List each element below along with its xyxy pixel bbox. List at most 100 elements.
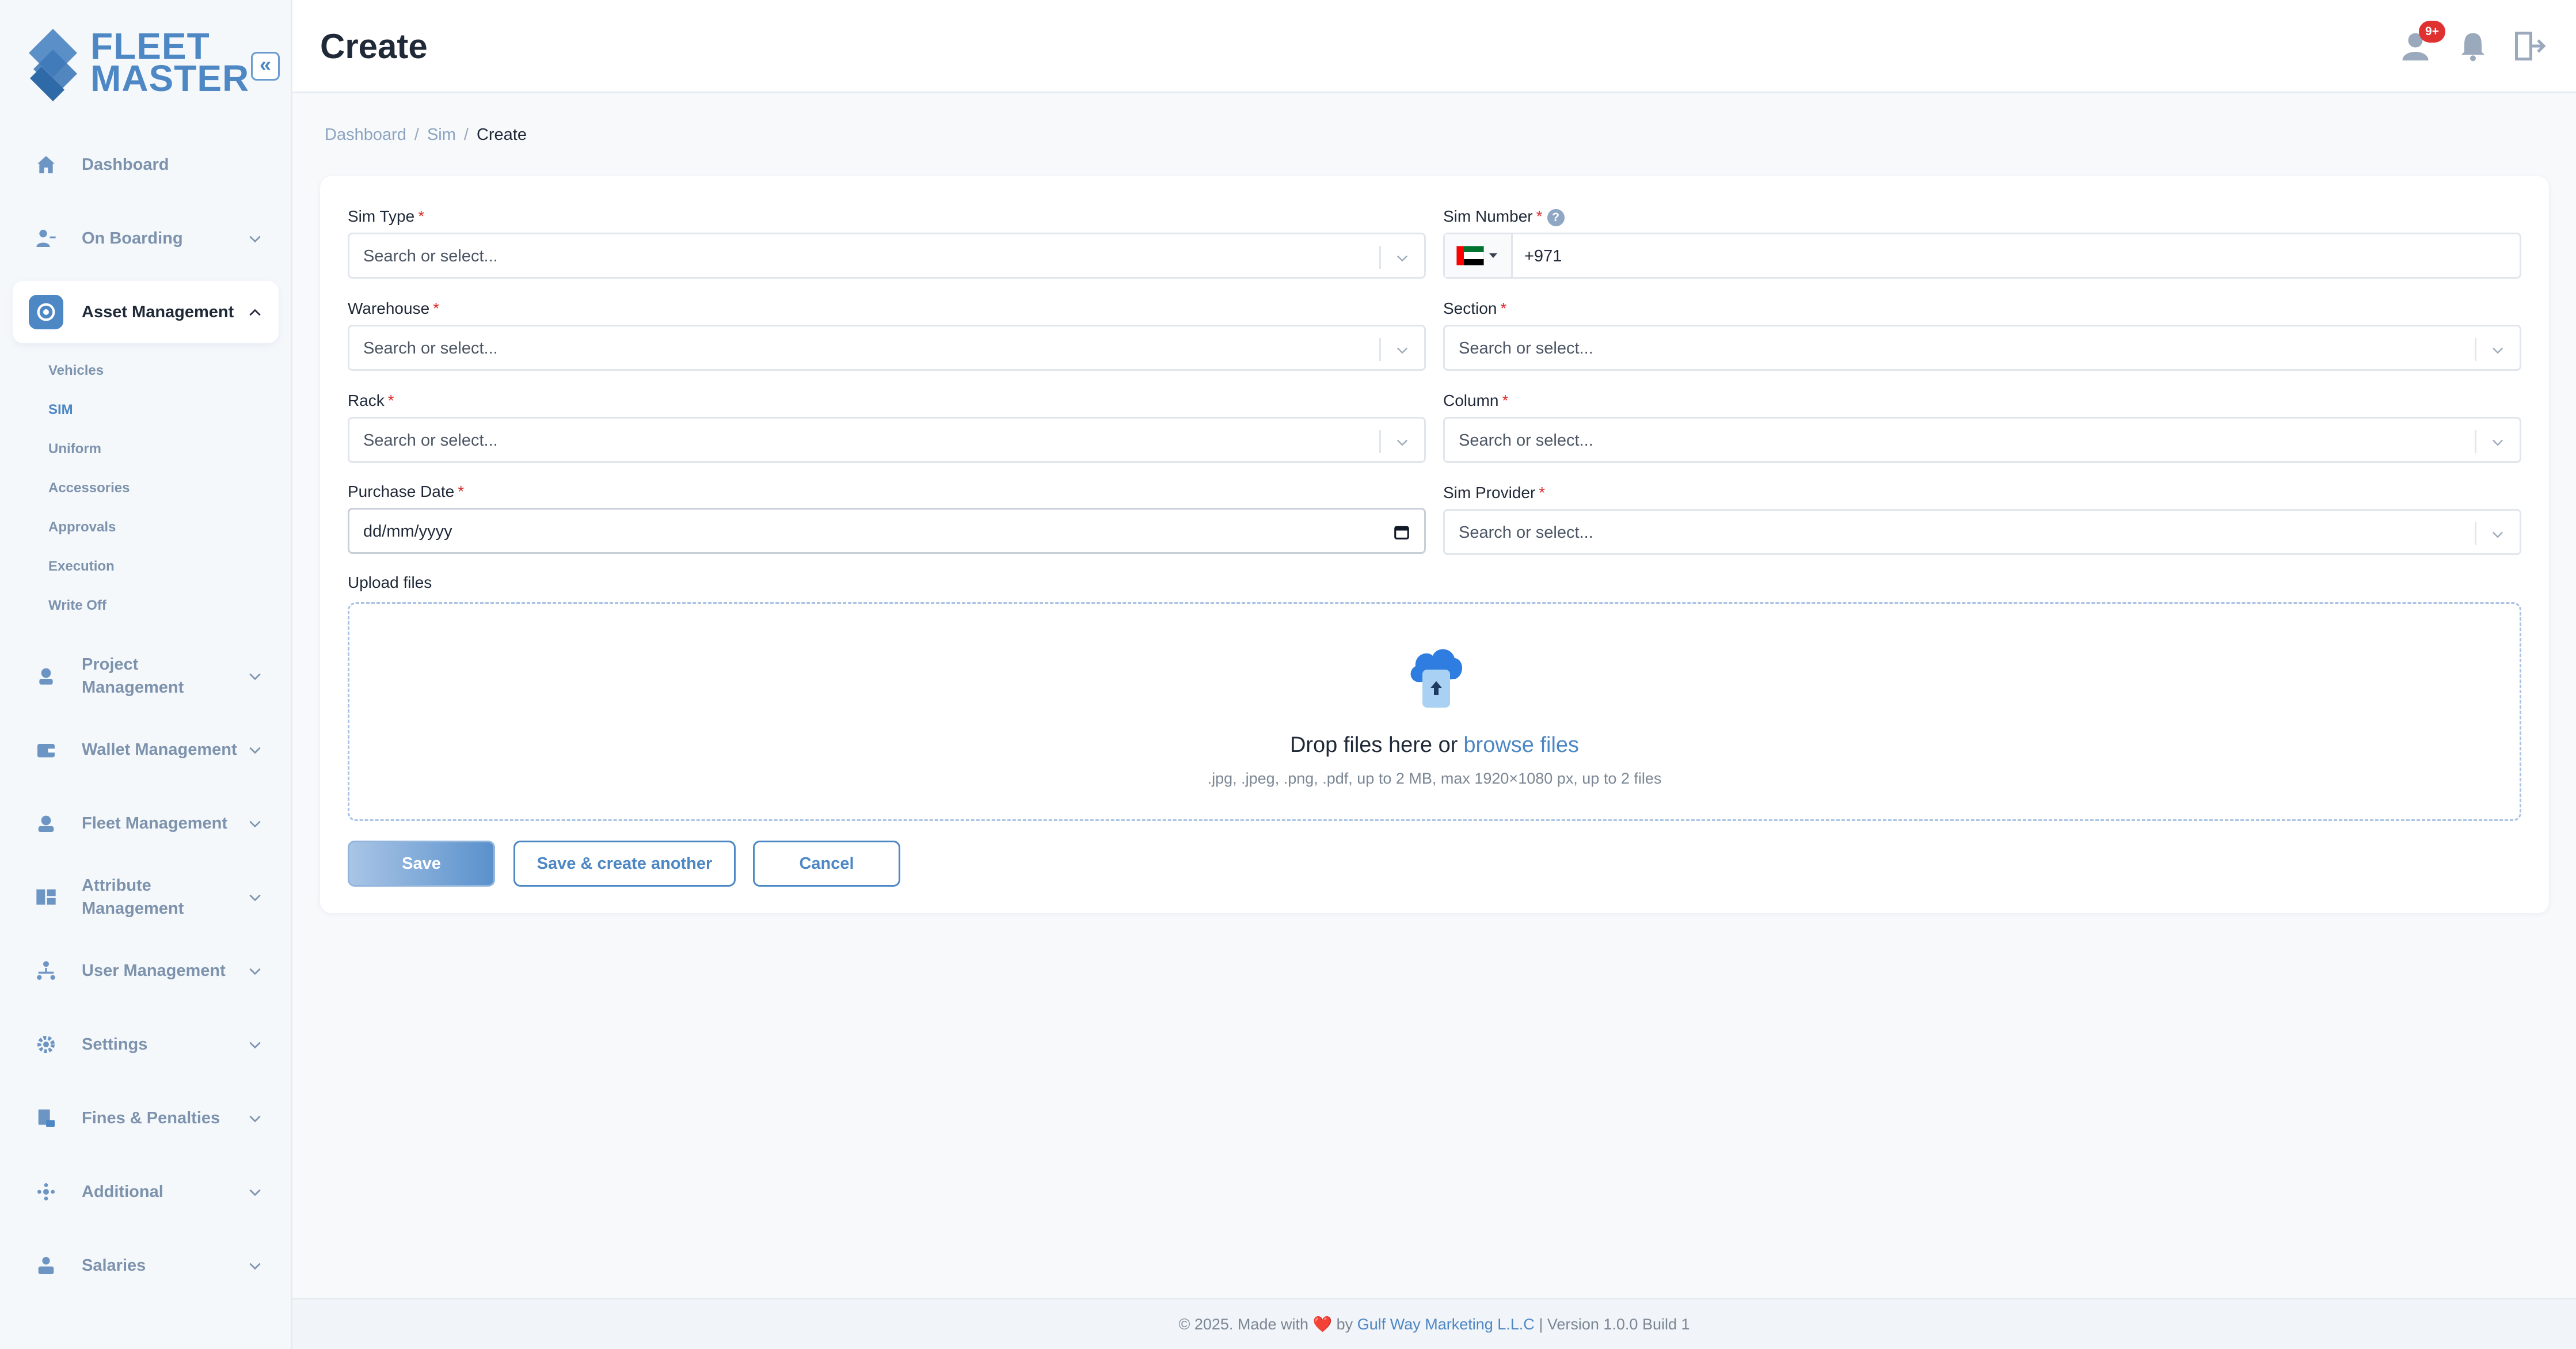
chevron-down-icon — [249, 235, 261, 243]
sidebar-item-label: User Management — [82, 962, 226, 980]
footer: © 2025. Made with ❤️ by Gulf Way Marketi… — [292, 1298, 2576, 1349]
project-icon — [29, 659, 63, 693]
sim-number-input[interactable]: +971 — [1443, 233, 2521, 279]
select-placeholder: Search or select... — [363, 247, 498, 265]
submenu-item-approvals[interactable]: Approvals — [48, 508, 279, 547]
select-divider — [1379, 246, 1381, 269]
sim-type-label: Sim Type — [348, 207, 415, 225]
chevron-down-icon — [2493, 347, 2503, 354]
purchase-date-input[interactable]: dd/mm/yyyy — [348, 508, 1426, 554]
section-select[interactable]: Search or select... — [1443, 325, 2521, 371]
logo-mark-icon — [29, 29, 77, 101]
salaries-icon — [29, 1248, 63, 1283]
sim-type-select[interactable]: Search or select... — [348, 233, 1426, 279]
column-label: Column — [1443, 392, 1499, 409]
sidebar-item-label: On Boarding — [82, 229, 183, 248]
section-label: Section — [1443, 299, 1497, 317]
upload-hint: .jpg, .jpeg, .png, .pdf, up to 2 MB, max… — [1207, 770, 1662, 787]
sim-create-form: Sim Type * Search or select... Sim Number… — [320, 176, 2549, 913]
footer-prefix: © 2025. Made with — [1178, 1316, 1308, 1333]
select-divider — [1379, 338, 1381, 361]
sidebar-item-label: Settings — [82, 1035, 148, 1054]
sidebar-item-project-management[interactable]: Project Management — [13, 645, 279, 707]
sidebar-item-additional[interactable]: Additional — [13, 1161, 279, 1223]
submenu-item-accessories[interactable]: Accessories — [48, 469, 279, 508]
asset-icon — [29, 295, 63, 329]
company-link[interactable]: Gulf Way Marketing L.L.C — [1357, 1316, 1535, 1333]
chevron-down-icon — [249, 747, 261, 754]
select-placeholder: Search or select... — [363, 431, 498, 450]
sidebar-item-asset-management[interactable]: Asset Management — [13, 281, 279, 343]
drop-text: Drop files here or — [1289, 733, 1458, 757]
breadcrumb-sim[interactable]: Sim — [427, 126, 456, 144]
required-mark: * — [418, 207, 425, 225]
uae-flag-icon — [1456, 246, 1484, 265]
sim-provider-label: Sim Provider — [1443, 484, 1536, 501]
users-icon — [29, 953, 63, 988]
sidebar-item-dashboard[interactable]: Dashboard — [13, 134, 279, 196]
sidebar-item-label: Wallet Management — [82, 740, 237, 759]
chevron-down-icon — [1397, 255, 1407, 262]
required-mark: * — [387, 392, 394, 409]
wallet-icon — [29, 732, 63, 767]
submenu-item-vehicles[interactable]: Vehicles — [48, 351, 279, 390]
bell-icon[interactable] — [2456, 29, 2490, 63]
country-code-dropdown[interactable] — [1445, 234, 1513, 277]
sim-provider-select[interactable]: Search or select... — [1443, 509, 2521, 555]
select-divider — [2475, 522, 2476, 545]
caret-down-icon — [1489, 253, 1497, 258]
footer-version: | Version 1.0.0 Build 1 — [1539, 1316, 1690, 1333]
required-mark: * — [458, 482, 465, 500]
chevron-down-icon — [249, 894, 261, 902]
sidebar-item-label: Project Management — [82, 655, 184, 697]
save-button[interactable]: Save — [348, 841, 495, 887]
purchase-date-label: Purchase Date — [348, 482, 455, 500]
sidebar-item-attribute-management[interactable]: Attribute Management — [13, 866, 279, 928]
sidebar-nav: Dashboard On Boarding Asset Management V… — [13, 134, 279, 1308]
breadcrumb-dashboard[interactable]: Dashboard — [325, 126, 406, 144]
sidebar-item-settings[interactable]: Settings — [13, 1013, 279, 1076]
sidebar: FLEET MASTER « Dashboard On Boarding Ass… — [0, 0, 292, 1349]
select-divider — [1379, 430, 1381, 453]
cancel-button[interactable]: Cancel — [753, 841, 900, 887]
rack-select[interactable]: Search or select... — [348, 417, 1426, 463]
sidebar-item-label: Fleet Management — [82, 814, 227, 833]
required-mark: * — [1500, 299, 1507, 317]
sidebar-item-label: Salaries — [82, 1256, 146, 1275]
submenu-item-write-off[interactable]: Write Off — [48, 586, 279, 625]
calendar-icon[interactable] — [1393, 523, 1410, 541]
home-icon — [29, 147, 63, 182]
asset-submenu: Vehicles SIM Uniform Accessories Approva… — [48, 351, 279, 625]
rack-field: Rack * Search or select... — [348, 388, 1426, 463]
submenu-item-sim[interactable]: SIM — [48, 390, 279, 430]
collapse-sidebar-button[interactable]: « — [251, 52, 280, 81]
sidebar-item-wallet-management[interactable]: Wallet Management — [13, 719, 279, 781]
warehouse-select[interactable]: Search or select... — [348, 325, 1426, 371]
fleet-icon — [29, 806, 63, 841]
select-divider — [2475, 338, 2476, 361]
submenu-item-uniform[interactable]: Uniform — [48, 430, 279, 469]
logo-text: FLEET MASTER — [90, 25, 250, 99]
sidebar-item-user-management[interactable]: User Management — [13, 940, 279, 1002]
breadcrumb-separator: / — [463, 126, 469, 144]
sidebar-item-salaries[interactable]: Salaries — [13, 1234, 279, 1297]
sidebar-item-fines-penalties[interactable]: Fines & Penalties — [13, 1087, 279, 1149]
rack-label: Rack — [348, 392, 385, 409]
file-dropzone[interactable]: Drop files here or browse files .jpg, .jp… — [348, 602, 2521, 821]
sidebar-item-fleet-management[interactable]: Fleet Management — [13, 792, 279, 854]
help-icon[interactable]: ? — [1547, 208, 1565, 226]
column-select[interactable]: Search or select... — [1443, 417, 2521, 463]
logout-icon[interactable] — [2512, 29, 2547, 63]
chevron-down-icon — [249, 820, 261, 828]
save-create-another-button[interactable]: Save & create another — [513, 841, 736, 887]
sim-provider-field: Sim Provider * Search or select... — [1443, 480, 2521, 555]
chevron-down-icon — [1397, 347, 1407, 354]
sidebar-item-on-boarding[interactable]: On Boarding — [13, 207, 279, 269]
chevron-down-icon — [2493, 439, 2503, 446]
notification-badge: 9+ — [2419, 21, 2445, 43]
purchase-date-field: Purchase Date * dd/mm/yyyy — [348, 479, 1426, 554]
fleet-master-logo[interactable]: FLEET MASTER — [24, 25, 250, 107]
chevron-down-icon — [2493, 531, 2503, 538]
browse-files-link[interactable]: browse files — [1463, 733, 1579, 757]
submenu-item-execution[interactable]: Execution — [48, 547, 279, 586]
